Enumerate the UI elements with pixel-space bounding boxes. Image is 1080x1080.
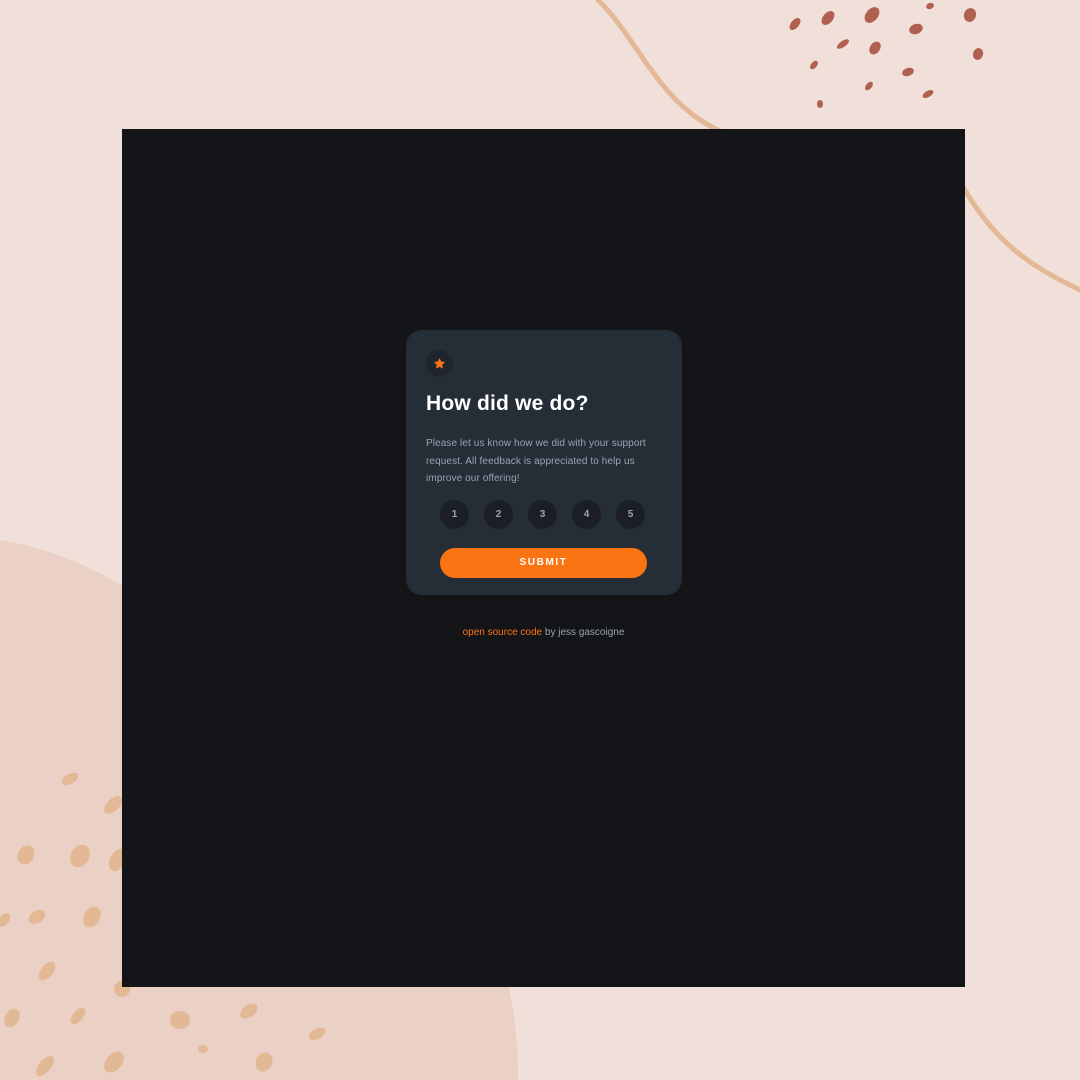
app-screen: How did we do? Please let us know how we…: [122, 129, 965, 987]
attribution: open source code by jess gascoigne: [122, 627, 965, 638]
rating-button-1[interactable]: 1: [440, 499, 469, 529]
background-dots-dark: [789, 2, 984, 108]
rating-button-5[interactable]: 5: [616, 499, 645, 529]
rating-card: How did we do? Please let us know how we…: [406, 330, 682, 595]
card-title: How did we do?: [426, 392, 589, 415]
star-icon: [433, 357, 446, 369]
open-source-code-link[interactable]: open source code: [463, 627, 543, 638]
star-badge: [426, 350, 453, 377]
rating-button-2[interactable]: 2: [484, 499, 513, 529]
rating-options: 1 2 3 4 5: [440, 499, 662, 529]
card-description: Please let us know how we did with your …: [426, 438, 646, 484]
attribution-author: by jess gascoigne: [542, 627, 625, 638]
submit-button[interactable]: SUBMIT: [440, 547, 647, 578]
rating-button-3[interactable]: 3: [528, 499, 557, 529]
rating-button-4[interactable]: 4: [572, 499, 601, 529]
